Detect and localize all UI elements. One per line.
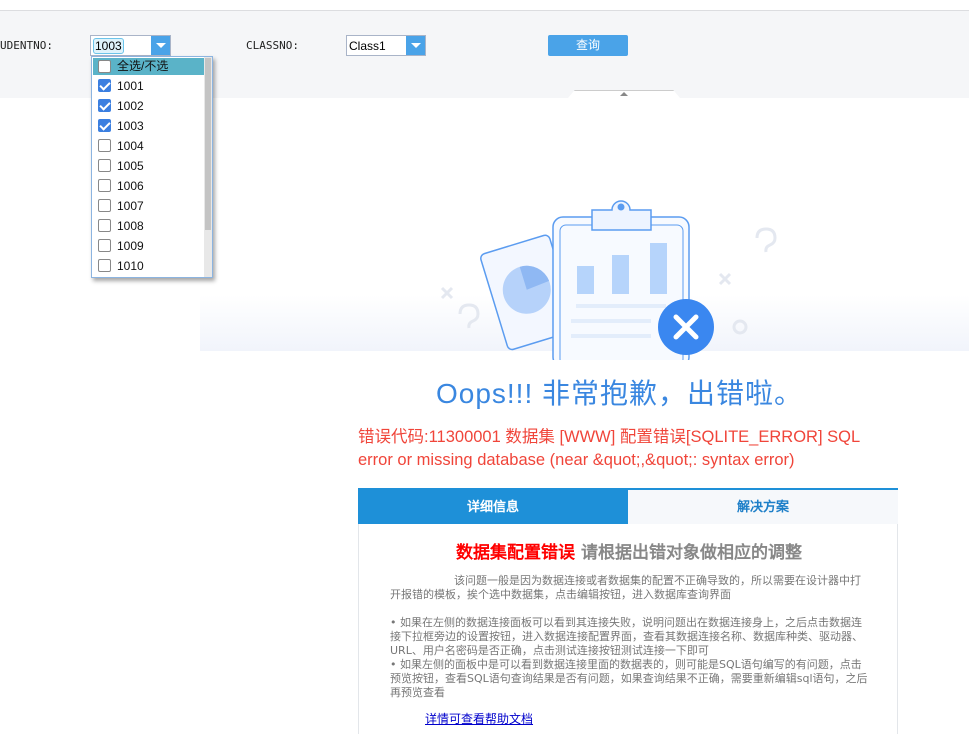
option-label: 1006: [117, 179, 144, 193]
tab-solution[interactable]: 解决方案: [628, 490, 898, 524]
help-doc-link[interactable]: 详情可查看帮助文档: [425, 710, 533, 727]
studentno-combo[interactable]: 1003: [90, 35, 171, 56]
option-label: 1007: [117, 199, 144, 213]
error-message: 错误代码:11300001 数据集 [WWW] 配置错误[SQLITE_ERRO…: [358, 428, 860, 469]
dropdown-option[interactable]: 1010: [93, 256, 205, 276]
option-label: 1010: [117, 259, 144, 273]
error-title: Oops!!! 非常抱歉，出错啦。: [435, 378, 804, 409]
checkbox[interactable]: [98, 179, 111, 192]
description-paragraph: 该问题一般是因为数据连接或者数据集的配置不正确导致的，所以需要在设计器中打开报错…: [390, 574, 861, 601]
checkbox[interactable]: [98, 159, 111, 172]
scrollbar[interactable]: [204, 57, 212, 277]
option-label: 1003: [117, 119, 144, 133]
dropdown-option[interactable]: 1001: [93, 76, 205, 96]
classno-value: Class1: [349, 39, 386, 53]
dropdown-option[interactable]: 1007: [93, 196, 205, 216]
option-label: 1001: [117, 79, 144, 93]
dropdown-option[interactable]: 1005: [93, 156, 205, 176]
chevron-down-icon[interactable]: [406, 36, 425, 55]
details-panel: 数据集配置错误 请根据出错对象做相应的调整 该问题一般是因为数据连接或者数据集的…: [358, 524, 898, 734]
checkbox[interactable]: [98, 119, 111, 132]
option-label: 1004: [117, 139, 144, 153]
classno-label: CLASSNO:: [246, 39, 299, 52]
option-label: 1008: [117, 219, 144, 233]
error-illustration: [440, 200, 777, 360]
dropdown-option[interactable]: 1004: [93, 136, 205, 156]
checkbox[interactable]: [98, 259, 111, 272]
dropdown-option[interactable]: 1006: [93, 176, 205, 196]
error-x-icon: [658, 299, 714, 355]
dropdown-option[interactable]: 1003: [93, 116, 205, 136]
bullet-sql-problem: • 如果左侧的面板中是可以看到数据连接里面的数据表的，则可能是SQL语句编写的有…: [390, 658, 868, 699]
tab-details[interactable]: 详细信息: [358, 490, 628, 524]
bullet-connection-failure: • 如果在左侧的数据连接面板可以看到其连接失败，说明问题出在数据连接身上，之后点…: [390, 616, 863, 657]
collapse-panel-toggle[interactable]: [568, 90, 680, 98]
studentno-dropdown: 全选/不选 1001 1002 1003 1004 1005 1006 1007 1008 10…: [91, 56, 213, 278]
chevron-down-icon[interactable]: [151, 36, 170, 55]
checkbox[interactable]: [98, 199, 111, 212]
checkbox[interactable]: [98, 139, 111, 152]
option-label: 1009: [117, 239, 144, 253]
checkbox[interactable]: [98, 99, 111, 112]
panel-title-red: 数据集配置错误: [456, 543, 576, 563]
checkbox[interactable]: [98, 79, 111, 92]
option-label: 全选/不选: [117, 59, 169, 73]
option-label: 1005: [117, 159, 144, 173]
checkbox[interactable]: [98, 60, 111, 73]
select-all-option[interactable]: 全选/不选: [93, 58, 205, 75]
studentno-value: 1003: [93, 38, 124, 54]
studentno-label: UDENTNO:: [0, 39, 53, 52]
top-bar: [0, 0, 969, 11]
dropdown-option[interactable]: 1002: [93, 96, 205, 116]
query-button[interactable]: 查询: [548, 35, 628, 56]
panel-title: 数据集配置错误 请根据出错对象做相应的调整: [359, 538, 899, 563]
tab-bar: 详细信息 解决方案: [358, 488, 898, 524]
panel-title-gray: 请根据出错对象做相应的调整: [580, 543, 802, 563]
checkbox[interactable]: [98, 219, 111, 232]
dropdown-option[interactable]: 1009: [93, 236, 205, 256]
scrollbar-thumb[interactable]: [205, 58, 211, 230]
dropdown-option[interactable]: 1008: [93, 216, 205, 236]
checkbox[interactable]: [98, 239, 111, 252]
classno-combo[interactable]: Class1: [346, 35, 426, 56]
option-label: 1002: [117, 99, 144, 113]
